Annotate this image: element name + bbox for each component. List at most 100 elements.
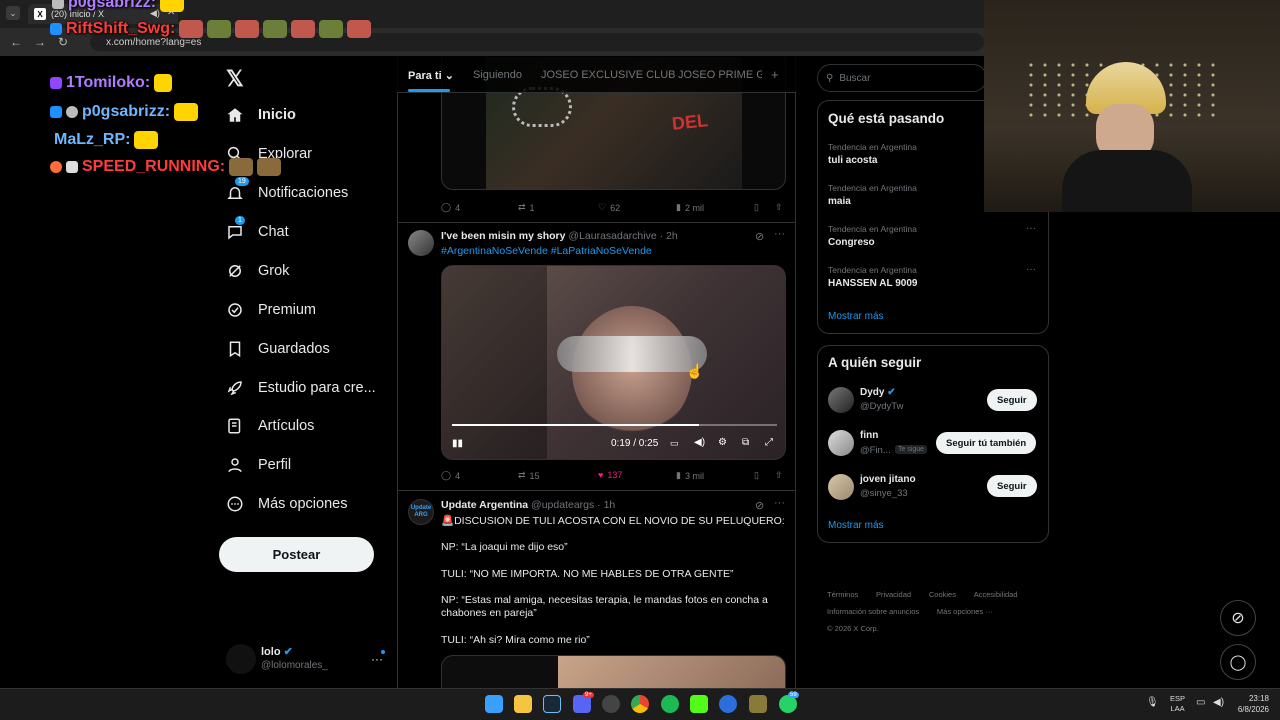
avatar[interactable]: Update ARG	[408, 499, 434, 525]
app-icon[interactable]	[749, 695, 767, 713]
messages-icon[interactable]: ◯	[1220, 644, 1256, 680]
account-name[interactable]: lolo ✔	[261, 645, 293, 658]
fullscreen-icon[interactable]: ⤢	[765, 437, 773, 448]
tab-joseo-prime[interactable]: JOSEO PRIME GR	[678, 69, 762, 81]
kick-icon[interactable]	[690, 695, 708, 713]
more-icon[interactable]: ···	[774, 228, 785, 240]
retweet-button[interactable]: ⇄ 1	[518, 202, 535, 213]
obs-icon[interactable]	[602, 695, 620, 713]
views-button[interactable]: ▮ 3 mil	[676, 470, 704, 481]
author-handle[interactable]: @updateargs	[531, 499, 594, 511]
chrome-icon[interactable]	[631, 695, 649, 713]
views-button[interactable]: ▮ 2 mil	[676, 202, 704, 213]
trend-item[interactable]: Tendencia en Argentina tuli acosta	[828, 142, 917, 166]
author-name[interactable]: I've been misin my shory	[441, 230, 565, 242]
avatar[interactable]	[408, 230, 434, 256]
show-more-link[interactable]: Mostrar más	[828, 311, 884, 322]
footer-link[interactable]: Privacidad	[876, 590, 911, 599]
nav-item-premium[interactable]: Premium	[226, 295, 316, 325]
language-indicator[interactable]: ESP LAA	[1170, 694, 1185, 714]
nav-item-articulos[interactable]: Artículos	[226, 411, 314, 441]
trend-item[interactable]: Tendencia en Argentina maia	[828, 183, 917, 207]
tab-siguiendo[interactable]: Siguiendo	[473, 69, 522, 81]
network-icon[interactable]: ▭	[1196, 697, 1205, 708]
search-input[interactable]: ⚲ Buscar	[817, 64, 987, 92]
share-button[interactable]: ⇧	[775, 202, 783, 213]
nav-item-perfil[interactable]: Perfil	[226, 450, 291, 480]
bookmark-button[interactable]: ▯	[754, 470, 759, 481]
nav-item-inicio[interactable]: Inicio	[226, 100, 296, 130]
tweet-text-line: NP: “La joaqui me dijo eso”	[441, 541, 568, 553]
tweet-media[interactable]	[441, 655, 786, 688]
bookmark-button[interactable]: ▯	[754, 202, 759, 213]
trend-item[interactable]: Tendencia en Argentina Congreso	[828, 224, 917, 248]
avatar[interactable]	[828, 474, 854, 500]
show-more-link[interactable]: Mostrar más	[828, 520, 884, 531]
emote-icon	[319, 20, 344, 38]
trend-item[interactable]: Tendencia en Argentina HANSSEN AL 9009	[828, 265, 917, 289]
account-more-icon[interactable]: ···	[371, 652, 383, 666]
file-explorer-icon[interactable]	[514, 695, 532, 713]
footer-link[interactable]: Cookies	[929, 590, 956, 599]
follow-suggestion-name[interactable]: Dydy ✔	[860, 387, 896, 398]
x-logo[interactable]: 𝕏	[226, 66, 244, 92]
add-tab-button[interactable]: +	[771, 67, 779, 82]
emote-icon	[207, 20, 232, 38]
microphone-icon[interactable]: 🎙	[1146, 697, 1159, 708]
video-player[interactable]: ▮▮ 0:19 / 0:25 ▭ ◀) ⚙ ⧉ ⤢	[441, 265, 786, 460]
footer-link[interactable]: Accesibilidad	[974, 590, 1018, 599]
settings-icon[interactable]: ⚙	[718, 437, 727, 448]
follow-suggestion-name[interactable]: finn	[860, 430, 878, 441]
retweet-button[interactable]: ⇄ 15	[518, 470, 540, 481]
more-icon[interactable]: ···	[774, 497, 785, 509]
nav-item-chat[interactable]: 1 Chat	[226, 216, 289, 247]
pause-icon[interactable]: ▮▮	[452, 438, 463, 449]
grok-icon[interactable]: ⊘	[1220, 600, 1256, 636]
app-icon[interactable]	[719, 695, 737, 713]
reply-button[interactable]: ◯ 4	[441, 202, 460, 213]
tweet-time[interactable]: · 2h	[660, 230, 678, 242]
captions-icon[interactable]: ▭	[670, 438, 679, 449]
tweet-hashtags[interactable]: #ArgentinaNoSeVende #LaPatriaNoSeVende	[441, 245, 652, 257]
like-button[interactable]: ♥ 137	[598, 470, 622, 480]
volume-icon[interactable]: ◀)	[1213, 697, 1224, 708]
post-button[interactable]: Postear	[219, 537, 374, 572]
grok-icon[interactable]: ⊘	[755, 499, 764, 512]
trend-more-icon[interactable]: ···	[1026, 223, 1036, 234]
clock[interactable]: 23:18 6/8/2026	[1233, 693, 1269, 715]
tab-para-ti[interactable]: Para ti ⌄	[408, 69, 454, 82]
author-handle[interactable]: @Laurasadarchive	[568, 230, 656, 242]
tab-joseo-exclusive[interactable]: JOSEO EXCLUSIVE CLUB	[541, 69, 676, 81]
volume-icon[interactable]: ◀)	[694, 437, 705, 448]
nav-item-guardados[interactable]: Guardados	[226, 334, 330, 364]
avatar[interactable]	[828, 387, 854, 413]
footer-link[interactable]: Información sobre anuncios	[827, 607, 919, 616]
spotify-icon[interactable]	[661, 695, 679, 713]
pip-icon[interactable]: ⧉	[742, 437, 749, 448]
nav-item-grok[interactable]: Grok	[226, 256, 289, 286]
tweet-time[interactable]: · 1h	[597, 499, 615, 511]
trend-more-icon[interactable]: ···	[1026, 264, 1036, 275]
follow-suggestion-name[interactable]: joven jitano	[860, 474, 916, 485]
tab-list-icon[interactable]: ⌄	[6, 6, 20, 20]
share-button[interactable]: ⇧	[775, 470, 783, 481]
follow-button[interactable]: Seguir	[987, 475, 1037, 497]
grok-icon[interactable]: ⊘	[755, 230, 764, 243]
follow-button[interactable]: Seguir	[987, 389, 1037, 411]
avatar[interactable]	[226, 644, 256, 674]
follow-back-button[interactable]: Seguir tú también	[936, 432, 1037, 454]
avatar[interactable]	[828, 430, 854, 456]
nav-item-mas-opciones[interactable]: Más opciones	[226, 489, 347, 519]
forward-icon[interactable]: →	[34, 35, 46, 49]
reply-button[interactable]: ◯ 4	[441, 470, 460, 481]
like-button[interactable]: ♡ 62	[598, 202, 620, 213]
footer-link[interactable]: Más opciones ···	[937, 607, 993, 616]
video-progress-track[interactable]	[452, 424, 777, 426]
windows-start-icon[interactable]	[485, 695, 503, 713]
nav-item-notificaciones[interactable]: 19 Notificaciones	[226, 177, 348, 208]
back-icon[interactable]: ←	[10, 35, 22, 49]
author-name[interactable]: Update Argentina	[441, 499, 528, 511]
steam-icon[interactable]	[543, 695, 561, 713]
nav-item-estudio[interactable]: Estudio para cre...	[226, 373, 376, 403]
footer-link[interactable]: Términos	[827, 590, 858, 599]
